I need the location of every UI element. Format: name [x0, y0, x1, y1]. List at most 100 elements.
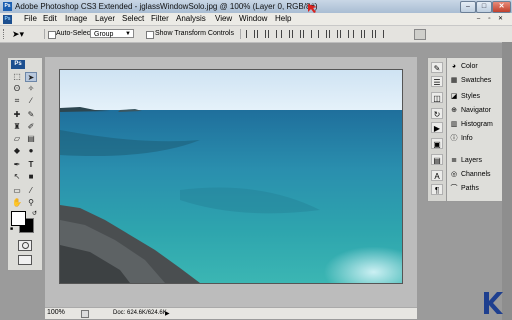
distribute-top-icon[interactable] — [318, 30, 327, 38]
menu-bar: Ps File Edit Image Layer Select Filter A… — [0, 13, 512, 26]
distribute-left-icon[interactable] — [353, 30, 362, 38]
tool-presets-panel-icon[interactable]: ☰ — [431, 76, 443, 87]
window-title: Adobe Photoshop CS3 Extended - jglassWin… — [15, 2, 318, 11]
channels-icon: ◎ — [450, 171, 458, 178]
zoom-level-field[interactable]: 100% — [47, 308, 69, 318]
clone-source-panel-icon[interactable]: ▣ — [431, 138, 443, 149]
align-top-icon[interactable] — [246, 30, 255, 38]
dodge-tool-icon[interactable]: ● — [25, 146, 37, 156]
panel-list: ◕ Color ▦ Swatches ◪ Styles ⊕ Navigator … — [446, 57, 503, 202]
menu-view[interactable]: View — [215, 14, 232, 24]
auto-select-label: Auto-Select: — [56, 30, 95, 37]
eraser-tool-icon[interactable]: ▱ — [11, 134, 23, 144]
panel-color-label: Color — [460, 63, 478, 70]
ps-badge: Ps — [11, 60, 25, 69]
distribute-bottom-icon[interactable] — [340, 30, 349, 38]
brush-tool-icon[interactable]: ✎ — [25, 110, 37, 120]
gradient-tool-icon[interactable]: ▤ — [25, 134, 37, 144]
panel-channels[interactable]: ◎ Channels — [449, 169, 501, 181]
shape-tool-icon[interactable]: ■ — [25, 172, 37, 182]
distribute-vcenter-icon[interactable] — [329, 30, 338, 38]
slice-tool-icon[interactable]: ∕ — [25, 96, 37, 106]
panel-swatches[interactable]: ▦ Swatches — [449, 75, 501, 87]
character-panel-icon[interactable]: A — [431, 170, 443, 181]
menu-analysis[interactable]: Analysis — [176, 14, 206, 24]
panel-info[interactable]: ⓘ Info — [449, 133, 501, 145]
panel-styles-label: Styles — [460, 93, 481, 100]
swap-colors-icon[interactable]: ↺ — [32, 210, 37, 217]
panel-color[interactable]: ◕ Color — [449, 61, 501, 73]
notes-tool-icon[interactable]: ▭ — [11, 186, 23, 196]
lasso-tool-icon[interactable]: ʘ — [11, 84, 23, 94]
panel-histogram[interactable]: ▥ Histogram — [449, 119, 501, 131]
align-bottom-icon[interactable] — [268, 30, 277, 38]
panel-layers[interactable]: ≣ Layers — [449, 155, 501, 167]
grip-handle[interactable] — [3, 29, 7, 39]
foreground-color-swatch[interactable] — [11, 211, 26, 226]
screen-mode-icon[interactable] — [18, 255, 32, 265]
zoom-tool-icon[interactable]: ⚲ — [25, 198, 37, 208]
layers-icon: ≣ — [451, 157, 457, 164]
panel-channels-label: Channels — [460, 171, 491, 178]
menu-window[interactable]: Window — [239, 14, 267, 24]
status-menu-arrow-icon[interactable]: ▶ — [165, 310, 170, 317]
doc-minimize-icon[interactable]: – — [474, 15, 483, 23]
move-tool-preset-icon[interactable]: ➤▾ — [12, 29, 26, 39]
align-hcenter-icon[interactable] — [292, 30, 301, 38]
path-selection-icon[interactable]: ↖ — [11, 172, 23, 182]
layer-comps-panel-icon[interactable]: ◫ — [431, 92, 443, 103]
panel-navigator[interactable]: ⊕ Navigator — [449, 105, 501, 117]
options-bar: ➤▾ Auto-Select: Group ▼ Show Transform C… — [0, 26, 512, 43]
magic-wand-tool-icon[interactable]: ✧ — [25, 84, 37, 94]
minimize-button[interactable]: – — [460, 1, 476, 13]
animation-panel-icon[interactable]: ▤ — [431, 154, 443, 165]
panel-info-label: Info — [460, 135, 473, 142]
title-bar: Ps Adobe Photoshop CS3 Extended - jglass… — [0, 0, 512, 13]
panel-styles[interactable]: ◪ Styles — [449, 91, 501, 103]
menu-filter[interactable]: Filter — [151, 14, 169, 24]
panel-paths-label: Paths — [460, 185, 479, 192]
document-image[interactable] — [59, 69, 403, 284]
maximize-button[interactable]: □ — [476, 1, 492, 13]
align-right-icon[interactable] — [303, 30, 312, 38]
right-edge-gutter — [502, 42, 512, 320]
blur-tool-icon[interactable]: ◆ — [11, 146, 23, 156]
eyedropper-tool-icon[interactable]: ⁄ — [25, 186, 37, 196]
default-colors-icon[interactable]: ■ — [10, 226, 13, 232]
auto-select-dropdown[interactable]: Group ▼ — [90, 29, 134, 38]
brushes-panel-icon[interactable]: ✎ — [431, 62, 443, 73]
status-info-icon[interactable] — [81, 310, 89, 318]
show-transform-checkbox[interactable] — [146, 31, 154, 39]
history-brush-icon[interactable]: ✐ — [25, 122, 37, 132]
distribute-hcenter-icon[interactable] — [364, 30, 373, 38]
clone-stamp-icon[interactable]: ♜ — [11, 122, 23, 132]
type-tool-icon[interactable]: T — [25, 160, 37, 170]
align-left-icon[interactable] — [281, 30, 290, 38]
doc-close-icon[interactable]: ✕ — [496, 15, 505, 23]
menu-select[interactable]: Select — [122, 14, 144, 24]
move-tool-icon[interactable]: ➤ — [25, 72, 37, 82]
healing-brush-icon[interactable]: ✚ — [11, 110, 23, 120]
menu-image[interactable]: Image — [65, 14, 87, 24]
align-vcenter-icon[interactable] — [257, 30, 266, 38]
menu-help[interactable]: Help — [275, 14, 291, 24]
marquee-tool-icon[interactable]: ⬚ — [11, 72, 23, 82]
pen-tool-icon[interactable]: ✒ — [11, 160, 23, 170]
status-bar: 100% Doc: 624.6K/624.6K ▶ — [45, 307, 417, 319]
menu-layer[interactable]: Layer — [95, 14, 115, 24]
crop-tool-icon[interactable]: ⌗ — [11, 96, 23, 106]
doc-restore-icon[interactable]: ▫ — [485, 15, 494, 23]
distribute-right-icon[interactable] — [375, 30, 384, 38]
panel-paths[interactable]: ⌒ Paths — [449, 183, 501, 195]
hand-tool-icon[interactable]: ✋ — [11, 198, 23, 208]
close-button[interactable]: ✕ — [492, 1, 511, 13]
menu-edit[interactable]: Edit — [43, 14, 57, 24]
history-panel-icon[interactable]: ↻ — [431, 108, 443, 119]
auto-select-checkbox[interactable] — [48, 31, 56, 39]
actions-panel-icon[interactable]: ▶ — [431, 122, 443, 133]
paragraph-panel-icon[interactable]: ¶ — [431, 184, 443, 195]
panel-navigator-label: Navigator — [460, 107, 491, 114]
quick-mask-icon[interactable] — [18, 240, 32, 251]
menu-file[interactable]: File — [24, 14, 37, 24]
workspace-button[interactable] — [414, 29, 426, 40]
